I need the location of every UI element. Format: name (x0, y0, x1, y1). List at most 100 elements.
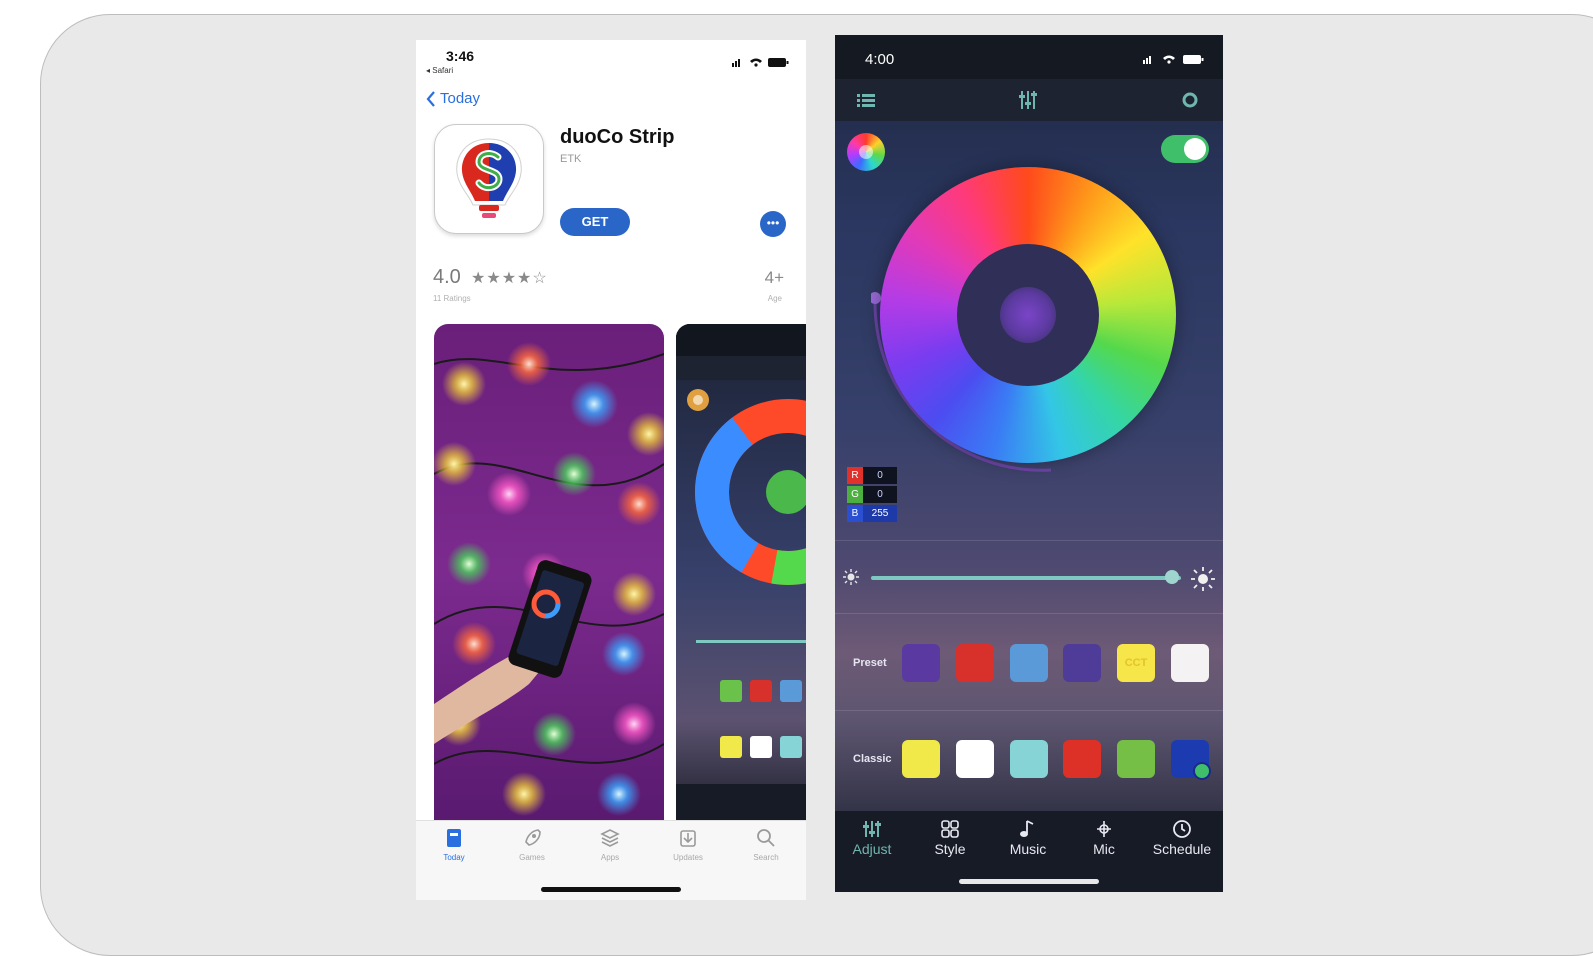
toggle-knob (1184, 138, 1206, 160)
status-back-app[interactable]: ◂ Safari (426, 66, 453, 75)
tab-style[interactable]: Style (915, 819, 985, 857)
rgb-tag: G (847, 486, 863, 503)
status-time: 3:46 (446, 48, 475, 64)
rgb-value[interactable]: 0 (863, 486, 897, 503)
nav-bar (835, 79, 1223, 121)
tab-label: Search (753, 853, 779, 862)
preview-screenshot-lights[interactable] (434, 324, 664, 820)
signal-wifi-battery-icon (732, 58, 789, 67)
classic-swatch[interactable] (1010, 740, 1048, 778)
rgb-row-red: R 0 (847, 467, 897, 484)
preset-label: Preset (853, 657, 887, 669)
classic-swatch[interactable] (1117, 740, 1155, 778)
download-icon (680, 830, 696, 847)
get-button[interactable]: GET (560, 208, 630, 236)
app-preview-image (676, 324, 806, 820)
color-wheel-center (957, 244, 1099, 386)
age-label: Age (767, 294, 782, 303)
rgb-value[interactable]: 0 (863, 467, 897, 484)
tab-label: Games (519, 853, 545, 862)
menu-icon[interactable] (853, 87, 879, 113)
rgb-row-blue: B 255 (847, 505, 897, 522)
rating-value: 4.0 (433, 266, 461, 288)
today-icon (447, 829, 461, 847)
selected-color-preview (1000, 287, 1056, 343)
sliders-icon (863, 821, 881, 837)
app-title: duoCo Strip (560, 126, 675, 148)
search-icon (757, 829, 775, 847)
string-lights-image (434, 324, 664, 820)
preset-swatch[interactable] (1063, 644, 1101, 682)
rgb-tag: R (847, 467, 863, 484)
age-rating: 4+ (764, 268, 784, 287)
tab-search[interactable]: Search (736, 827, 796, 862)
rgb-tag: B (847, 505, 863, 522)
rocket-icon (525, 829, 541, 846)
clock-icon (1173, 820, 1191, 838)
rating-stars: ★★★★☆ (471, 270, 548, 287)
slider-track[interactable] (871, 576, 1181, 580)
back-label: Today (440, 90, 481, 107)
stack-icon (600, 829, 620, 847)
brightness-high-icon (1191, 567, 1215, 591)
classic-swatch-selected[interactable] (1171, 740, 1211, 780)
preset-swatch[interactable] (956, 644, 994, 682)
note-icon (1020, 820, 1034, 837)
tab-label: Updates (673, 853, 703, 862)
home-indicator (959, 879, 1099, 884)
tab-mic[interactable]: Mic (1069, 819, 1139, 857)
preview-screenshot-app[interactable] (676, 324, 806, 820)
equalizer-icon[interactable] (1015, 87, 1041, 113)
more-options-button[interactable]: ••• (760, 211, 786, 237)
chevron-left-icon (426, 90, 435, 107)
slider-thumb[interactable] (1164, 570, 1179, 584)
ratings-count: 11 Ratings (433, 294, 471, 303)
tab-label: Apps (600, 853, 620, 862)
classic-swatch[interactable] (1063, 740, 1101, 778)
divider (835, 710, 1223, 711)
preset-swatch[interactable] (1010, 644, 1048, 682)
divider (835, 613, 1223, 614)
cct-label: CCT (1124, 657, 1148, 669)
settings-icon[interactable] (1177, 87, 1203, 113)
tab-adjust[interactable]: Adjust (837, 819, 907, 857)
tab-label: Adjust (852, 841, 892, 857)
status-time: 4:00 (865, 51, 895, 68)
mic-icon (1097, 821, 1111, 837)
rgb-value[interactable]: 255 (863, 505, 897, 522)
rgb-row-green: G 0 (847, 486, 897, 503)
back-button[interactable]: Today (426, 90, 480, 107)
preset-swatch[interactable] (902, 644, 940, 682)
tab-updates[interactable]: Updates (658, 827, 718, 862)
tab-label: Mic (1093, 841, 1115, 857)
preset-swatch[interactable] (1171, 644, 1209, 682)
color-wheel[interactable] (880, 167, 1176, 463)
signal-wifi-battery-icon (1143, 55, 1204, 64)
classic-swatch[interactable] (956, 740, 994, 778)
app-icon[interactable] (434, 124, 544, 234)
controller-screenshot: 4:00 R 0 G 0 B 255 Preset CCT Classic Ad… (835, 35, 1223, 892)
status-bar: 4:00 (835, 35, 1223, 79)
brightness-slider[interactable] (835, 563, 1223, 593)
rgb-readout: R 0 G 0 B 255 (847, 467, 897, 524)
appstore-screenshot: 3:46 ◂ Safari Today duoCo Strip ETK GET … (416, 40, 806, 900)
preset-swatch-cct[interactable]: CCT (1117, 644, 1155, 682)
tab-games[interactable]: Games (502, 827, 562, 862)
background-card (40, 14, 1593, 956)
tab-music[interactable]: Music (993, 819, 1063, 857)
status-bar: 3:46 ◂ Safari (416, 40, 806, 80)
tab-label: Schedule (1152, 841, 1212, 857)
classic-swatch[interactable] (902, 740, 940, 778)
tab-label: Today (443, 853, 465, 862)
tab-today[interactable]: Today (424, 827, 484, 862)
tab-label: Music (1009, 841, 1047, 857)
tab-label: Style (934, 841, 966, 857)
classic-label: Classic (853, 753, 892, 765)
app-developer[interactable]: ETK (560, 153, 581, 165)
tab-apps[interactable]: Apps (580, 827, 640, 862)
divider (835, 540, 1223, 541)
duoco-logo-icon (456, 138, 522, 218)
grid-icon (941, 820, 959, 838)
tab-schedule[interactable]: Schedule (1147, 819, 1217, 857)
selected-indicator (1193, 762, 1211, 780)
